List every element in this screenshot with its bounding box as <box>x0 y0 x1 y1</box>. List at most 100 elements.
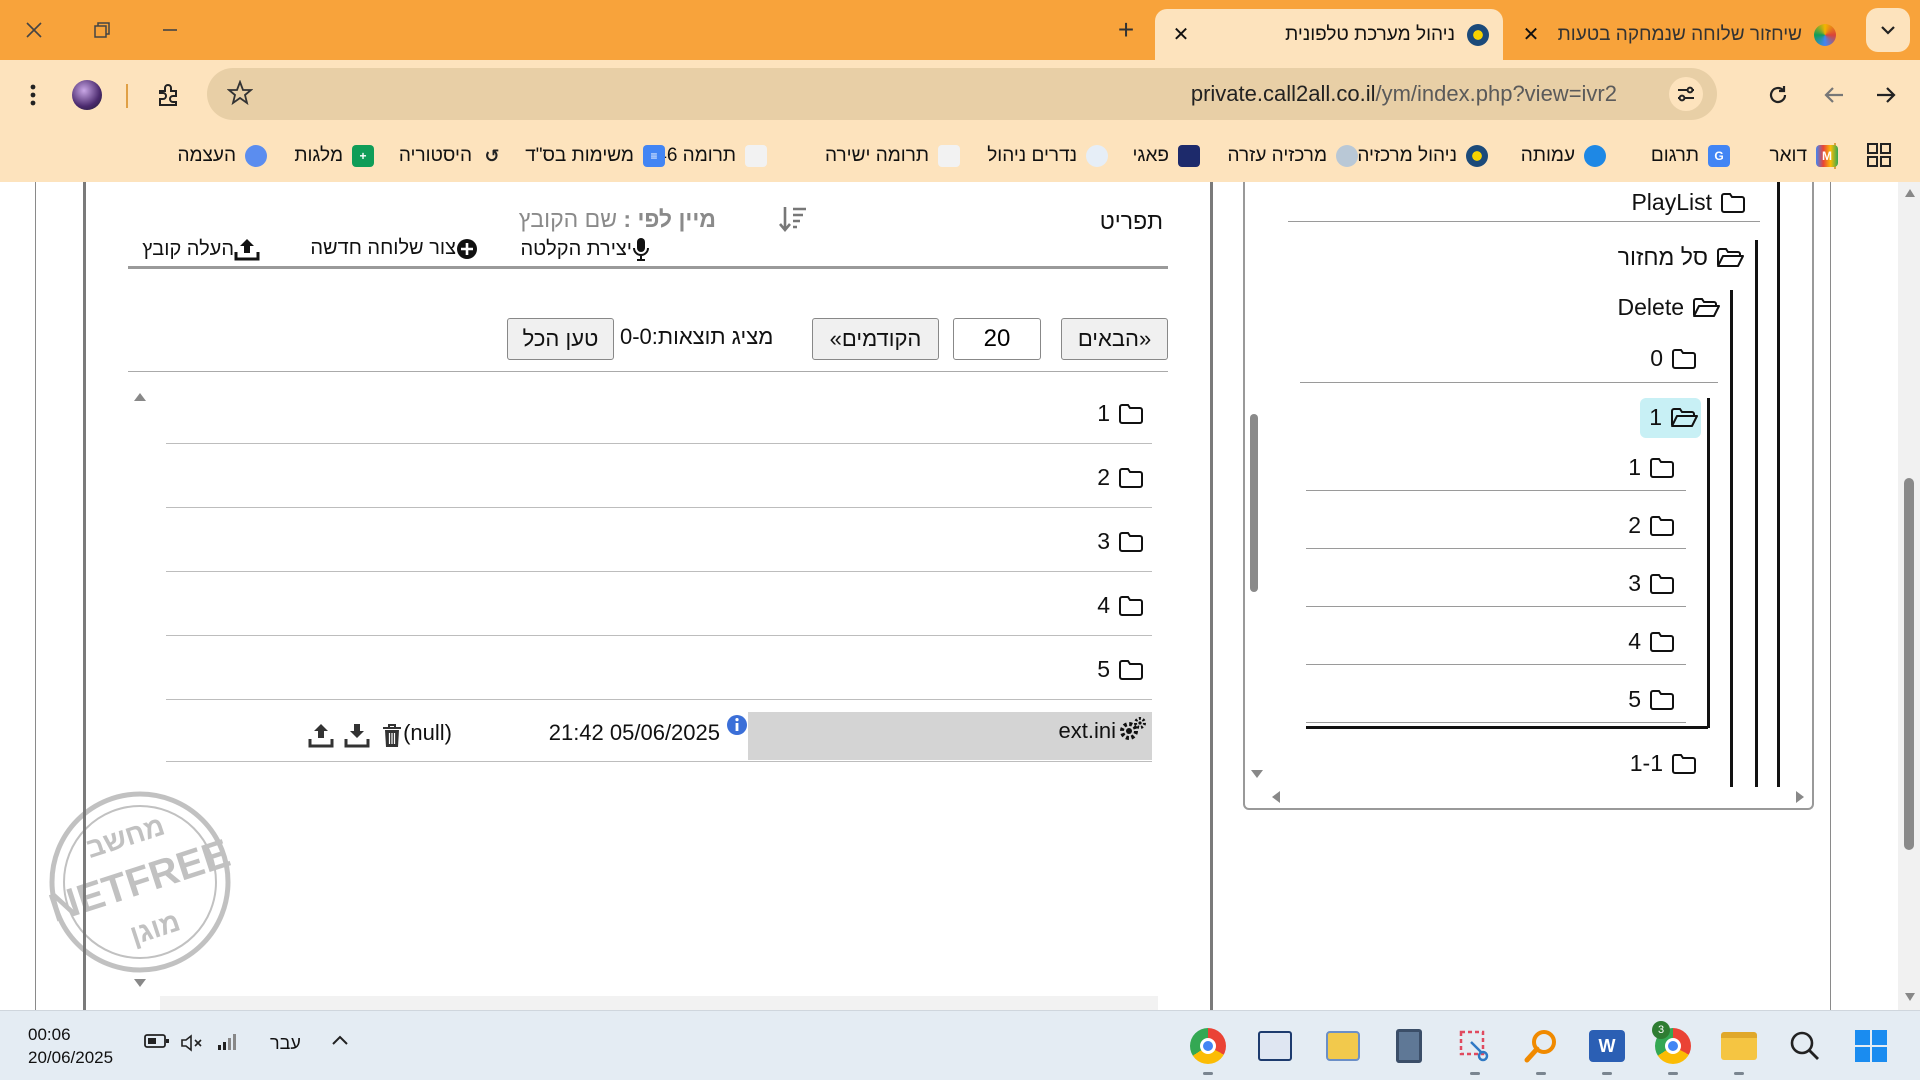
reload-button[interactable] <box>1758 75 1798 115</box>
tab-close-icon[interactable]: ✕ <box>1169 23 1193 47</box>
page-scrollbar-thumb[interactable] <box>1904 478 1914 850</box>
tree-node-1-2[interactable]: 2 <box>1628 512 1675 539</box>
list-scroll-up[interactable] <box>133 392 147 402</box>
folder-name: 3 <box>1097 528 1110 554</box>
upload-file-button[interactable]: העלה קובץ <box>142 237 260 261</box>
window-restore-button[interactable] <box>78 10 126 50</box>
bookmark-label: העצמה <box>177 145 236 166</box>
profile-button[interactable] <box>67 75 107 115</box>
list-horizontal-scrollbar[interactable] <box>160 996 1158 1010</box>
taskbar-app[interactable] <box>1252 1023 1298 1069</box>
window-minimize-button[interactable] <box>146 10 194 50</box>
info-icon[interactable] <box>726 714 748 736</box>
forward-button[interactable] <box>1814 75 1854 115</box>
bookmark-direct-donation[interactable]: תרומה ישירה <box>825 138 960 174</box>
tree-node-playlist[interactable]: PlayList <box>1631 189 1746 216</box>
tree-node-delete[interactable]: Delete <box>1618 294 1720 321</box>
create-recording-button[interactable]: יצירת הקלטה <box>520 237 650 261</box>
list-item[interactable]: 2 <box>166 444 1152 508</box>
site-favicon-icon <box>1467 23 1489 46</box>
bookmark-translate[interactable]: G תרגום <box>1651 138 1730 174</box>
bookmark-nedarim[interactable]: נדרים ניהול <box>987 138 1108 174</box>
download-file-button[interactable] <box>344 722 370 748</box>
bookmark-tasks[interactable]: ≡ משימות בס"ד <box>525 138 665 174</box>
tree-node-recycle-bin[interactable]: סל מחזור <box>1618 244 1744 271</box>
tab-close-icon[interactable]: ✕ <box>1519 23 1543 47</box>
language-indicator[interactable]: עבר <box>270 1033 301 1054</box>
bookmark-central-help[interactable]: מרכזיה עזרה <box>1228 138 1358 174</box>
load-all-button[interactable]: טען הכל <box>507 318 614 360</box>
taskbar-chrome-profile[interactable] <box>1185 1023 1231 1075</box>
taskbar-app[interactable] <box>1320 1023 1366 1069</box>
bookmark-scholarships[interactable]: + מלגות <box>294 138 374 174</box>
tree-node-1-1[interactable]: 1 <box>1628 454 1675 481</box>
tree-node-1-4[interactable]: 4 <box>1628 628 1675 655</box>
apps-button[interactable] <box>1866 142 1892 168</box>
clock[interactable]: 00:06 20/06/2025 <box>28 1023 113 1069</box>
bookmark-history[interactable]: ↺ היסטוריה <box>399 138 503 174</box>
tree-node-0[interactable]: 0 <box>1650 345 1697 372</box>
upload-replace-button[interactable] <box>308 722 334 748</box>
triangle-up-icon[interactable] <box>1904 188 1916 198</box>
taskbar-search-app[interactable] <box>1518 1023 1564 1075</box>
tree-node-1-1-folder[interactable]: 1-1 <box>1630 750 1697 777</box>
list-item[interactable]: 4 <box>166 572 1152 636</box>
sort-button[interactable] <box>778 204 808 234</box>
network-icon[interactable] <box>216 1033 238 1051</box>
extensions-button[interactable] <box>149 75 189 115</box>
bookmark-label: דואר <box>1769 145 1807 166</box>
file-row[interactable]: ext.ini 21:42 05/06/2025 (null) <box>166 712 1152 762</box>
chrome-icon <box>1190 1028 1226 1064</box>
tree-node-1-5[interactable]: 5 <box>1628 686 1675 713</box>
browser-toolbar: private.call2all.co.il/ym/index.php?view… <box>0 60 1920 130</box>
taskbar-word[interactable]: W <box>1584 1023 1630 1075</box>
list-item[interactable]: 3 <box>166 508 1152 572</box>
taskbar: 00:06 20/06/2025 עבר W 3 <box>0 1010 1920 1080</box>
bookmark-star-icon[interactable] <box>227 80 253 106</box>
bookmark-mail[interactable]: M דואר <box>1769 138 1838 174</box>
tree-node-1-3[interactable]: 3 <box>1628 570 1675 597</box>
taskbar-chrome[interactable]: 3 <box>1650 1021 1696 1075</box>
page-size-input[interactable] <box>953 318 1041 360</box>
tab-restore-extension[interactable]: שיחזור שלוחה שנמחקה בטעות ✕ <box>1505 9 1850 60</box>
sort-label[interactable]: מיין לפי : שם הקובץ <box>519 206 716 233</box>
bookmark-pagi[interactable]: פאגי <box>1133 138 1200 174</box>
bookmark-amuta[interactable]: עמותה <box>1521 138 1606 174</box>
show-hidden-icons-button[interactable] <box>330 1033 350 1047</box>
previous-page-button[interactable]: הקודמים» <box>812 318 939 360</box>
list-item[interactable]: 1 <box>166 380 1152 444</box>
bookmark-label: מלגות <box>294 145 343 166</box>
tab-search-button[interactable] <box>1866 8 1910 52</box>
bookmark-central-admin[interactable]: ניהול מרכזיה <box>1357 138 1488 174</box>
address-bar[interactable]: private.call2all.co.il/ym/index.php?view… <box>207 68 1717 120</box>
menu-button[interactable] <box>13 75 53 115</box>
tree-node-1-selected[interactable]: 1 <box>1649 404 1698 431</box>
bookmark-donation-46[interactable]: תרומה 46 <box>656 138 767 174</box>
battery-icon[interactable] <box>144 1033 170 1049</box>
back-button[interactable] <box>1866 75 1906 115</box>
site-icon <box>1466 145 1488 167</box>
list-item[interactable]: 5 <box>166 636 1152 700</box>
next-page-button[interactable]: «הבאים <box>1061 318 1168 360</box>
file-name-cell[interactable]: ext.ini <box>748 712 1152 760</box>
taskbar-calculator[interactable] <box>1386 1023 1432 1069</box>
tree-container <box>1243 182 1814 810</box>
start-button[interactable] <box>1848 1023 1894 1069</box>
site-icon <box>938 145 960 167</box>
new-extension-button[interactable]: צור שלוחה חדשה <box>310 237 478 260</box>
clock-date: 20/06/2025 <box>28 1048 114 1067</box>
tree-guide <box>1755 240 1758 787</box>
page-scrollbar[interactable] <box>1898 182 1920 1010</box>
delete-file-button[interactable] <box>382 724 402 748</box>
new-tab-button[interactable]: + <box>1102 10 1150 50</box>
site-settings-button[interactable] <box>1669 77 1703 111</box>
taskbar-file-explorer[interactable] <box>1716 1023 1762 1075</box>
triangle-down-icon[interactable] <box>1904 992 1916 1002</box>
taskbar-snipping-tool[interactable] <box>1452 1023 1498 1075</box>
bookmark-empowerment[interactable]: העצמה <box>177 138 267 174</box>
window-close-button[interactable] <box>10 10 58 50</box>
url-text[interactable]: private.call2all.co.il/ym/index.php?view… <box>1191 81 1617 107</box>
volume-muted-icon[interactable] <box>180 1033 204 1053</box>
tab-phone-system[interactable]: ניהול מערכת טלפונית ✕ <box>1155 9 1503 60</box>
taskbar-search[interactable] <box>1782 1023 1828 1069</box>
